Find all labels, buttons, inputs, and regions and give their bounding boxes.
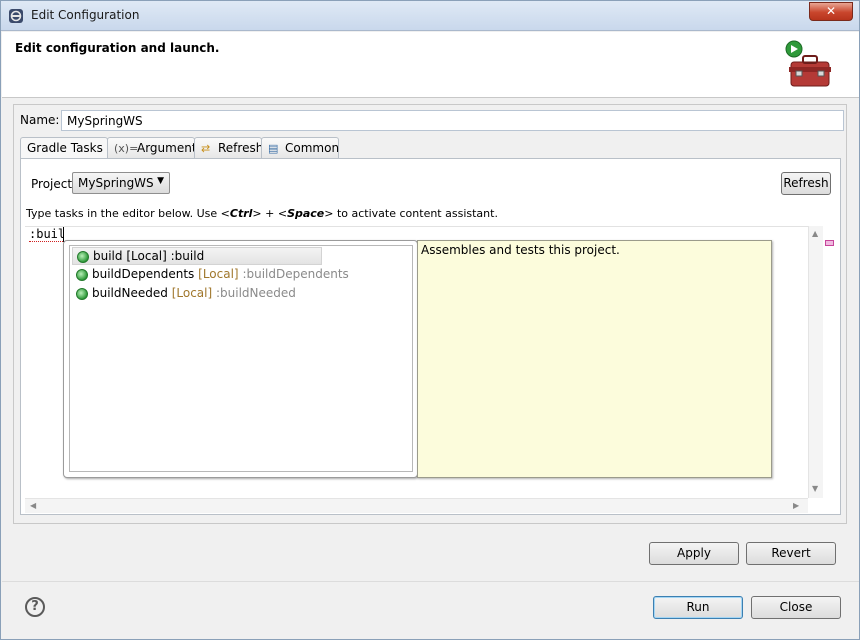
proposal-path: :buildDependents	[242, 267, 349, 281]
project-label: Project	[31, 177, 73, 191]
tab-gradle-tasks[interactable]: Gradle Tasks	[20, 137, 108, 159]
project-selected-value: MySpringWS	[78, 176, 154, 190]
proposal-name: buildDependents	[92, 267, 195, 281]
proposal-documentation: Assembles and tests this project.	[417, 240, 772, 478]
button-bar-divider	[2, 581, 859, 582]
editor-text[interactable]: :buil	[29, 227, 66, 242]
tab-label: Gradle Tasks	[27, 141, 103, 155]
proposal-item[interactable]: buildNeeded [Local] :buildNeeded	[72, 285, 300, 303]
proposal-scope: [Local]	[171, 286, 213, 300]
tab-common[interactable]: ▤ Common	[261, 137, 339, 159]
tab-arguments[interactable]: (x)=Arguments	[107, 137, 203, 159]
tab-label: Arguments	[137, 141, 203, 155]
tab-refresh[interactable]: ⇄ Refresh	[194, 137, 264, 159]
edit-configuration-dialog: Edit Configuration ✕ Edit configuration …	[0, 0, 860, 640]
close-button[interactable]: Close	[751, 596, 841, 619]
tab-label: Common	[285, 141, 340, 155]
content-assist-hint: Type tasks in the editor below. Use <Ctr…	[26, 207, 498, 220]
proposal-scope: [Local]	[126, 249, 167, 263]
refresh-icon: ⇄	[201, 142, 211, 155]
scroll-up-arrow-icon[interactable]: ▲	[812, 229, 818, 238]
editor-horizontal-scrollbar[interactable]: ◀ ▶	[25, 498, 808, 513]
task-icon	[76, 288, 88, 300]
proposal-name: buildNeeded	[92, 286, 168, 300]
eclipse-app-icon	[9, 9, 23, 23]
proposal-item[interactable]: buildDependents [Local] :buildDependents	[72, 266, 353, 284]
tab-label: Refresh	[218, 141, 264, 155]
variable-icon: (x)=	[114, 142, 139, 155]
common-icon: ▤	[268, 142, 279, 155]
help-icon[interactable]: ?	[25, 597, 45, 617]
scroll-right-arrow-icon[interactable]: ▶	[793, 501, 799, 510]
project-refresh-button[interactable]: Refresh	[781, 172, 831, 195]
proposal-path: :buildNeeded	[216, 286, 296, 300]
overview-ruler-marker[interactable]	[825, 240, 834, 246]
run-toolbox-icon	[785, 40, 831, 87]
task-icon	[77, 251, 89, 263]
scroll-down-arrow-icon[interactable]: ▼	[812, 484, 818, 493]
window-close-button[interactable]: ✕	[809, 2, 853, 21]
proposal-scope: [Local]	[198, 267, 239, 281]
editor-vertical-scrollbar[interactable]: ▲ ▼	[808, 226, 823, 498]
name-label: Name:	[20, 113, 60, 127]
proposal-name: build	[93, 249, 123, 263]
proposal-item[interactable]: build [Local] :build	[72, 247, 322, 265]
project-dropdown[interactable]: MySpringWS ▼	[72, 172, 170, 194]
window-title: Edit Configuration	[31, 8, 140, 22]
header-title: Edit configuration and launch.	[15, 41, 220, 55]
revert-button[interactable]: Revert	[746, 542, 836, 565]
documentation-text: Assembles and tests this project.	[421, 243, 620, 257]
dialog-header: Edit configuration and launch.	[2, 32, 859, 98]
chevron-down-icon: ▼	[157, 176, 164, 186]
title-bar[interactable]: Edit Configuration ✕	[1, 1, 859, 31]
run-button[interactable]: Run	[653, 596, 743, 619]
name-field[interactable]	[61, 110, 844, 131]
task-icon	[76, 269, 88, 281]
apply-button[interactable]: Apply	[649, 542, 739, 565]
scroll-left-arrow-icon[interactable]: ◀	[30, 501, 36, 510]
proposal-path: :build	[170, 249, 205, 263]
